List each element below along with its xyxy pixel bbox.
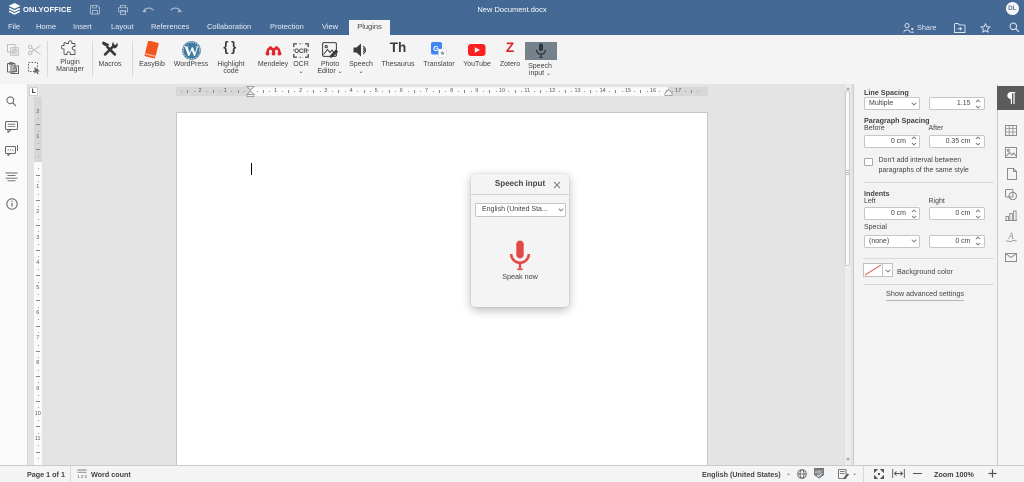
svg-text:1 2 3: 1 2 3 (77, 474, 87, 479)
svg-text:ABC: ABC (815, 470, 824, 475)
svg-text:OCR: OCR (294, 49, 308, 55)
svg-text:W: W (184, 43, 199, 59)
svg-text:A: A (1007, 231, 1014, 241)
svg-text:G: G (433, 44, 439, 53)
